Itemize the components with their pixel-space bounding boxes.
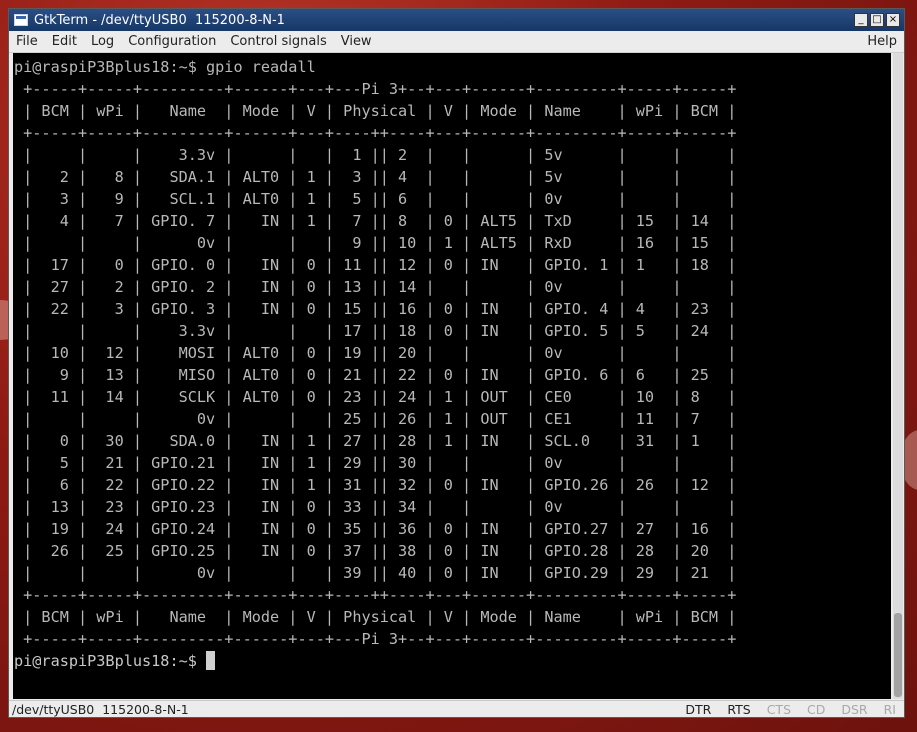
signal-cts: CTS bbox=[766, 702, 792, 717]
terminal-line: | 6 | 22 | GPIO.22 | IN | 1 | 31 || 32 |… bbox=[23, 476, 737, 494]
terminal-line: | 5 | 21 | GPIO.21 | IN | 1 | 29 || 30 |… bbox=[23, 454, 737, 472]
title-bar[interactable]: GtkTerm - /dev/ttyUSB0 115200-8-N-1 _ □ … bbox=[9, 9, 904, 31]
signal-ri: RI bbox=[883, 702, 896, 717]
scrollbar-thumb[interactable] bbox=[894, 613, 902, 697]
menu-view[interactable]: View bbox=[334, 34, 379, 49]
menu-edit[interactable]: Edit bbox=[45, 34, 84, 49]
port-status: /dev/ttyUSB0 115200-8-N-1 bbox=[12, 702, 189, 717]
terminal-line: | 19 | 24 | GPIO.24 | IN | 0 | 35 || 36 … bbox=[23, 520, 737, 538]
menu-configuration[interactable]: Configuration bbox=[121, 34, 223, 49]
signal-dtr: DTR bbox=[685, 702, 712, 717]
terminal-line: | 2 | 8 | SDA.1 | ALT0 | 1 | 3 || 4 | | … bbox=[23, 168, 737, 186]
menu-control-signals[interactable]: Control signals bbox=[223, 34, 333, 49]
close-button[interactable]: × bbox=[886, 13, 900, 27]
status-bar: /dev/ttyUSB0 115200-8-N-1 DTR RTS CTS CD… bbox=[9, 700, 904, 718]
terminal-line: | BCM | wPi | Name | Mode | V | Physical… bbox=[23, 102, 737, 120]
minimize-button[interactable]: _ bbox=[854, 13, 868, 27]
terminal-line: | 22 | 3 | GPIO. 3 | IN | 0 | 15 || 16 |… bbox=[23, 300, 737, 318]
gtkterm-window: GtkTerm - /dev/ttyUSB0 115200-8-N-1 _ □ … bbox=[8, 8, 905, 718]
terminal-lines: pi@raspiP3Bplus18:~$ gpio readall +-----… bbox=[14, 58, 736, 648]
signal-rts: RTS bbox=[727, 702, 751, 717]
terminal-line: pi@raspiP3Bplus18:~$ gpio readall bbox=[14, 58, 316, 76]
menu-log[interactable]: Log bbox=[84, 34, 121, 49]
terminal-scrollbar[interactable] bbox=[893, 53, 903, 699]
menu-help[interactable]: Help bbox=[860, 34, 904, 49]
terminal-line: | 9 | 13 | MISO | ALT0 | 0 | 21 || 22 | … bbox=[23, 366, 737, 384]
terminal-line: | 27 | 2 | GPIO. 2 | IN | 0 | 13 || 14 |… bbox=[23, 278, 737, 296]
terminal-prompt: pi@raspiP3Bplus18:~$ bbox=[14, 652, 207, 670]
terminal-view[interactable]: pi@raspiP3Bplus18:~$ gpio readall +-----… bbox=[13, 53, 891, 699]
signal-dsr: DSR bbox=[841, 702, 868, 717]
terminal-line: | | | 0v | | | 9 || 10 | 1 | ALT5 | RxD … bbox=[23, 234, 737, 252]
terminal-line: | | | 0v | | | 39 || 40 | 0 | IN | GPIO.… bbox=[23, 564, 737, 582]
terminal-line: | 0 | 30 | SDA.0 | IN | 1 | 27 || 28 | 1… bbox=[23, 432, 737, 450]
terminal-line: | 26 | 25 | GPIO.25 | IN | 0 | 37 || 38 … bbox=[23, 542, 737, 560]
terminal-output: pi@raspiP3Bplus18:~$ gpio readall +-----… bbox=[13, 53, 891, 672]
terminal-line: | 17 | 0 | GPIO. 0 | IN | 0 | 11 || 12 |… bbox=[23, 256, 737, 274]
terminal-line: +-----+-----+---------+------+---+---Pi … bbox=[23, 80, 737, 98]
terminal-line: | 4 | 7 | GPIO. 7 | IN | 1 | 7 || 8 | 0 … bbox=[23, 212, 737, 230]
terminal-line: | 11 | 14 | SCLK | ALT0 | 0 | 23 || 24 |… bbox=[23, 388, 737, 406]
maximize-button[interactable]: □ bbox=[870, 13, 884, 27]
window-title: GtkTerm - /dev/ttyUSB0 115200-8-N-1 bbox=[34, 12, 285, 28]
text-cursor bbox=[206, 651, 216, 670]
signal-cd: CD bbox=[807, 702, 826, 717]
terminal-line: | 13 | 23 | GPIO.23 | IN | 0 | 33 || 34 … bbox=[23, 498, 737, 516]
terminal-line: +-----+-----+---------+------+---+----++… bbox=[23, 124, 737, 142]
terminal-line: | 10 | 12 | MOSI | ALT0 | 0 | 19 || 20 |… bbox=[23, 344, 737, 362]
terminal-line: | | | 3.3v | | | 1 || 2 | | | 5v | | | bbox=[23, 146, 737, 164]
terminal-line: +-----+-----+---------+------+---+----++… bbox=[23, 586, 737, 604]
window-controls: _ □ × bbox=[854, 13, 900, 27]
menu-file[interactable]: File bbox=[9, 34, 45, 49]
menu-bar: File Edit Log Configuration Control sign… bbox=[9, 31, 904, 53]
terminal-line: | | | 3.3v | | | 17 || 18 | 0 | IN | GPI… bbox=[23, 322, 737, 340]
terminal-line: | | | 0v | | | 25 || 26 | 1 | OUT | CE1 … bbox=[23, 410, 737, 428]
terminal-line: | 3 | 9 | SCL.1 | ALT0 | 1 | 5 || 6 | | … bbox=[23, 190, 737, 208]
terminal-line: | BCM | wPi | Name | Mode | V | Physical… bbox=[23, 608, 737, 626]
terminal-app-icon bbox=[14, 14, 28, 26]
terminal-line: +-----+-----+---------+------+---+---Pi … bbox=[23, 630, 737, 648]
